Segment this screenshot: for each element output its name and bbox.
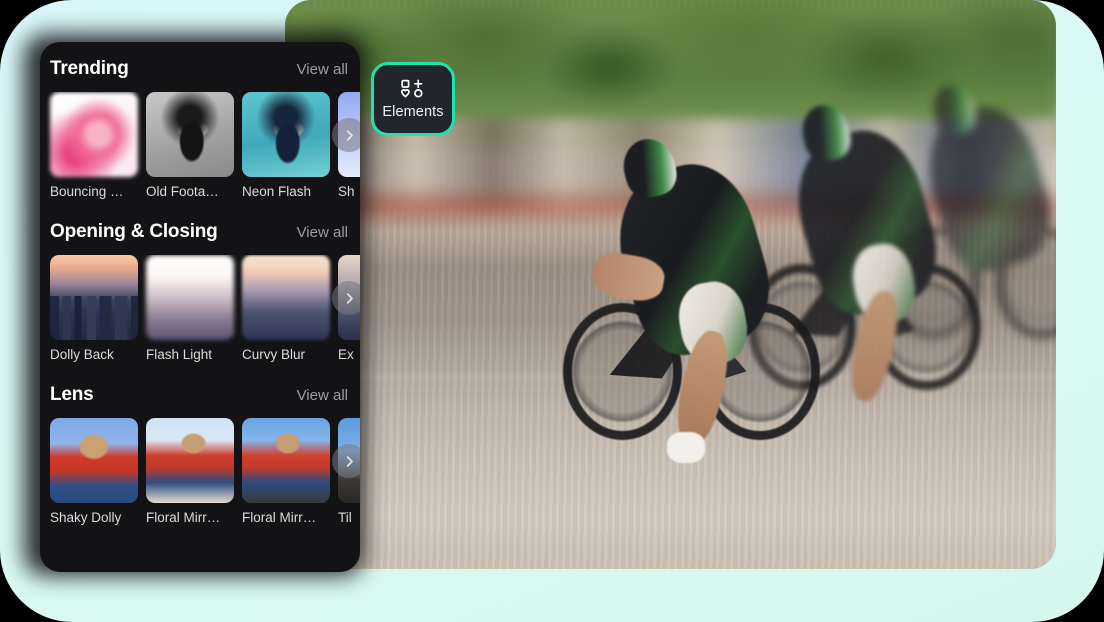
card-label: Floral Mirr… (242, 510, 317, 525)
list-item[interactable]: Curvy Blur (242, 255, 330, 362)
elements-button-label: Elements (382, 103, 444, 120)
list-item[interactable]: Floral Mirr… (242, 418, 330, 525)
card-label: Til (338, 510, 352, 525)
section-title: Trending (50, 58, 129, 79)
list-item[interactable]: Floral Mirr… (146, 418, 234, 525)
card-label: Ex (338, 347, 354, 362)
section-header: Opening & Closing View all (40, 221, 360, 255)
chevron-right-icon[interactable] (332, 444, 360, 478)
card-label: Bouncing … (50, 184, 124, 199)
list-item[interactable]: Bouncing … (50, 92, 138, 199)
chevron-right-icon[interactable] (332, 281, 360, 315)
list-item[interactable]: Shaky Dolly (50, 418, 138, 525)
app-stage: Trending View all Bouncing … Old Foota… … (0, 0, 1104, 622)
card-label: Dolly Back (50, 347, 114, 362)
view-all-link[interactable]: View all (297, 387, 348, 404)
card-label: Old Foota… (146, 184, 219, 199)
card-label: Curvy Blur (242, 347, 306, 362)
card-label: Neon Flash (242, 184, 312, 199)
view-all-link[interactable]: View all (297, 224, 348, 241)
thumbnail (146, 418, 234, 503)
card-rail[interactable]: Shaky Dolly Floral Mirr… Floral Mirr… Ti… (40, 418, 360, 525)
section-opening-closing: Opening & Closing View all Dolly Back Fl… (40, 221, 360, 362)
thumbnail (242, 92, 330, 177)
card-rail[interactable]: Bouncing … Old Foota… Neon Flash Sh (40, 92, 360, 199)
elements-grid-icon (400, 79, 426, 99)
thumbnail (242, 255, 330, 340)
thumbnail (50, 92, 138, 177)
card-rail[interactable]: Dolly Back Flash Light Curvy Blur Ex (40, 255, 360, 362)
card-label: Floral Mirr… (146, 510, 221, 525)
section-header: Lens View all (40, 384, 360, 418)
thumbnail (50, 418, 138, 503)
section-lens: Lens View all Shaky Dolly Floral Mirr… F… (40, 384, 360, 525)
thumbnail (242, 418, 330, 503)
section-header: Trending View all (40, 58, 360, 92)
section-trending: Trending View all Bouncing … Old Foota… … (40, 58, 360, 199)
card-label: Sh (338, 184, 355, 199)
chevron-right-icon[interactable] (332, 118, 360, 152)
section-title: Opening & Closing (50, 221, 218, 242)
cyclist-lead (562, 133, 820, 500)
elements-button[interactable]: Elements (371, 62, 455, 136)
thumbnail (146, 255, 234, 340)
card-label: Flash Light (146, 347, 213, 362)
list-item[interactable]: Flash Light (146, 255, 234, 362)
list-item[interactable]: Dolly Back (50, 255, 138, 362)
section-title: Lens (50, 384, 94, 405)
thumbnail (50, 255, 138, 340)
elements-browser-panel: Trending View all Bouncing … Old Foota… … (40, 42, 360, 572)
thumbnail (146, 92, 234, 177)
card-label: Shaky Dolly (50, 510, 122, 525)
list-item[interactable]: Old Foota… (146, 92, 234, 199)
list-item[interactable]: Neon Flash (242, 92, 330, 199)
view-all-link[interactable]: View all (297, 61, 348, 78)
